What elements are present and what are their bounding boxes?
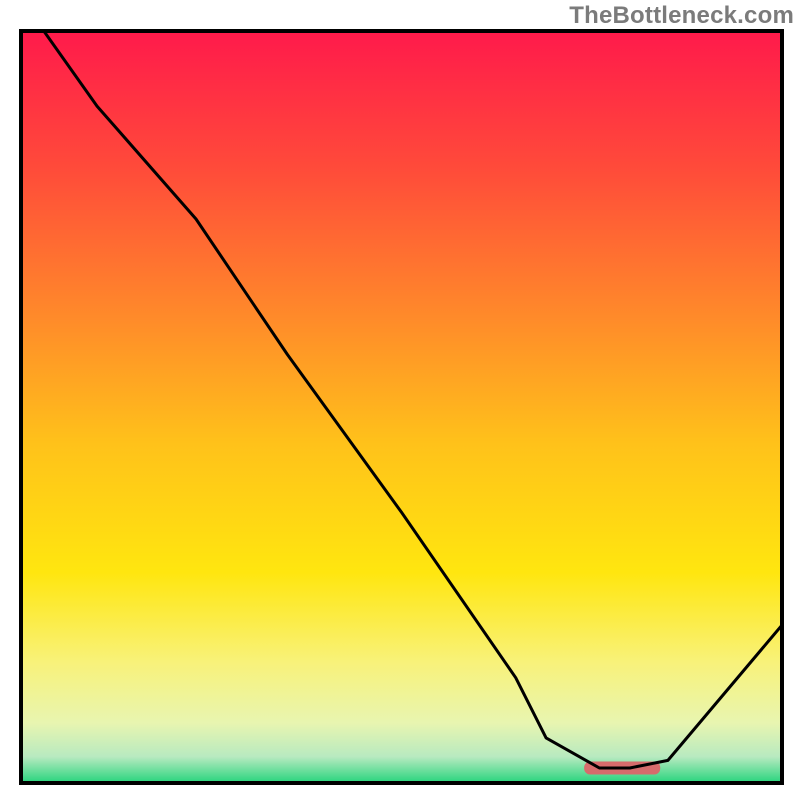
plot-background-gradient bbox=[21, 31, 782, 783]
chart-stage: TheBottleneck.com bbox=[0, 0, 800, 800]
watermark-text: TheBottleneck.com bbox=[569, 2, 794, 30]
bottleneck-chart bbox=[0, 0, 800, 800]
